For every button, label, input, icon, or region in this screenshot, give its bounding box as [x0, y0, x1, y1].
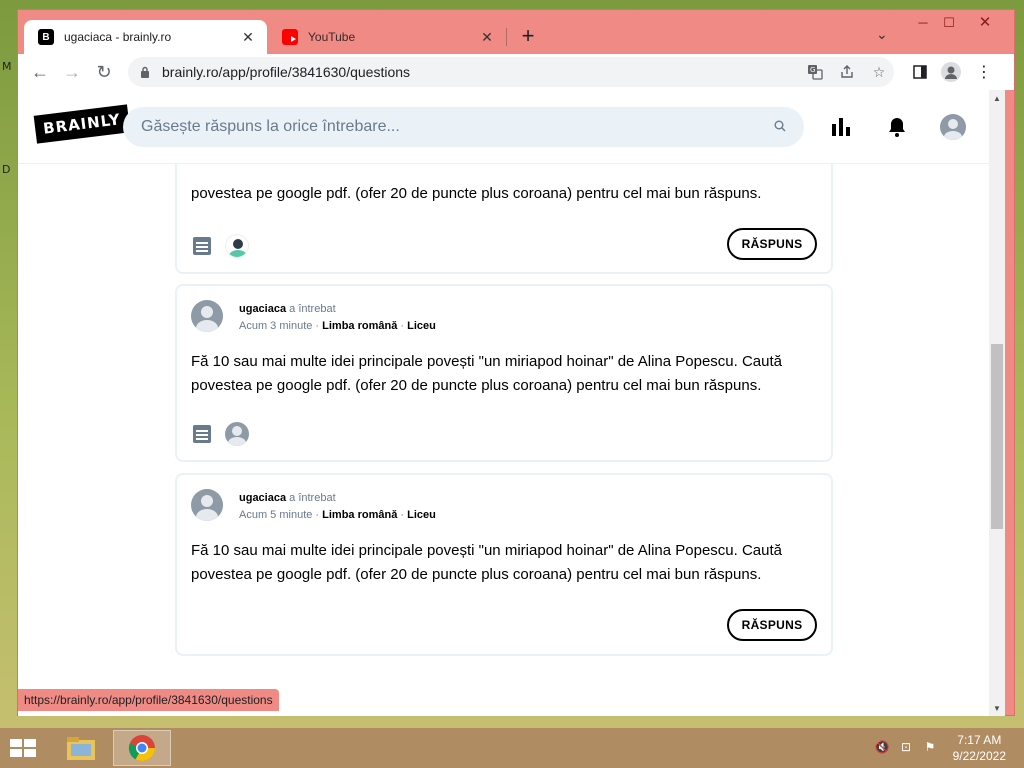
address-bar[interactable]: brainly.ro/app/profile/3841630/questions…: [128, 57, 894, 87]
tab-strip: B ugaciaca - brainly.ro ✕ YouTube ✕ + ⌄ …: [18, 10, 1014, 54]
question-text[interactable]: Fă 10 sau mai multe idei principale pove…: [191, 539, 801, 587]
chrome-taskbar-button[interactable]: [113, 730, 171, 766]
profile-avatar-icon[interactable]: [941, 62, 961, 82]
subject-link[interactable]: Limba română: [322, 509, 397, 521]
side-panel-icon[interactable]: [910, 62, 930, 82]
tab-brainly[interactable]: B ugaciaca - brainly.ro ✕: [24, 20, 267, 54]
question-card: ugaciaca a întrebat Acum 5 minute · Limb…: [175, 473, 833, 656]
vertical-scrollbar[interactable]: ▲ ▼: [989, 90, 1005, 716]
back-button[interactable]: ←: [27, 59, 53, 85]
desktop-icon-label: D: [2, 163, 11, 176]
clock-date: 9/22/2022: [952, 749, 1006, 763]
notifications-bell-icon[interactable]: [886, 116, 908, 138]
bookmark-star-icon[interactable]: ☆: [870, 63, 888, 81]
tab-title: ugaciaca - brainly.ro: [64, 30, 172, 44]
answerer-avatar[interactable]: [225, 234, 249, 258]
folder-icon: [67, 737, 95, 760]
close-tab-icon[interactable]: ✕: [478, 29, 496, 46]
document-icon[interactable]: [193, 237, 211, 255]
user-avatar[interactable]: [940, 114, 966, 140]
link-status-bar: https://brainly.ro/app/profile/3841630/q…: [18, 689, 279, 711]
author-name[interactable]: ugaciaca: [239, 303, 286, 315]
clock-time: 7:17 AM: [957, 733, 1002, 747]
document-icon[interactable]: [193, 425, 211, 443]
menu-kebab-icon[interactable]: ⋮: [974, 62, 994, 82]
question-meta: Acum 5 minute · Limba română · Liceu: [239, 509, 436, 521]
taskbar: 🔇 ⊡ ⚑ 7:17 AM 9/22/2022: [0, 728, 1024, 768]
new-tab-button[interactable]: +: [518, 24, 538, 48]
url-text: brainly.ro/app/profile/3841630/questions: [162, 64, 411, 80]
answer-button[interactable]: RĂSPUNS: [727, 228, 817, 260]
close-window-button[interactable]: ✕: [970, 12, 1000, 34]
tab-search-chevron-icon[interactable]: ⌄: [876, 26, 888, 43]
question-text: povestea pe google pdf. (ofer 20 de punc…: [191, 185, 762, 202]
tab-title: YouTube: [308, 30, 356, 44]
question-author: ugaciaca a întrebat: [239, 492, 336, 504]
chrome-icon: [128, 735, 156, 762]
search-input[interactable]: Găsește răspuns la orice întrebare...: [123, 107, 804, 147]
answer-button[interactable]: RĂSPUNS: [727, 609, 817, 641]
action-center-flag-icon[interactable]: ⚑: [922, 740, 938, 756]
author-name[interactable]: ugaciaca: [239, 492, 286, 504]
windows-start-icon[interactable]: [8, 737, 38, 759]
desktop-icon-label: M: [2, 60, 12, 73]
brainly-header: BRAINLY Găsește răspuns la orice întreba…: [18, 90, 989, 164]
system-clock[interactable]: 7:17 AM 9/22/2022: [953, 732, 1006, 764]
page-viewport: BRAINLY Găsește răspuns la orice întreba…: [18, 90, 989, 716]
youtube-favicon-icon: [282, 29, 298, 45]
volume-muted-icon[interactable]: 🔇: [874, 740, 890, 756]
leaderboard-icon[interactable]: [830, 116, 852, 138]
maximize-button[interactable]: ☐: [934, 12, 964, 34]
answerer-avatar[interactable]: [225, 422, 249, 446]
scroll-up-arrow-icon[interactable]: ▲: [993, 94, 1001, 103]
level-link[interactable]: Liceu: [407, 509, 436, 521]
scroll-down-arrow-icon[interactable]: ▼: [993, 704, 1001, 713]
browser-toolbar: ← → ↻ brainly.ro/app/profile/3841630/que…: [18, 54, 1014, 90]
question-card: ugaciaca a întrebat Acum 3 minute · Limb…: [175, 284, 833, 462]
network-icon[interactable]: ⊡: [898, 740, 914, 756]
close-tab-icon[interactable]: ✕: [239, 29, 257, 46]
translate-icon[interactable]: G: [806, 63, 824, 81]
share-icon[interactable]: [838, 63, 856, 81]
forward-button[interactable]: →: [59, 59, 85, 85]
svg-text:G: G: [810, 66, 815, 74]
search-placeholder: Găsește răspuns la orice întrebare...: [141, 118, 400, 135]
tab-separator: [506, 28, 507, 46]
question-meta: Acum 3 minute · Limba română · Liceu: [239, 320, 436, 332]
level-link[interactable]: Liceu: [407, 320, 436, 332]
question-author: ugaciaca a întrebat: [239, 303, 336, 315]
scrollbar-thumb[interactable]: [991, 344, 1003, 529]
brainly-logo[interactable]: BRAINLY: [33, 104, 131, 144]
search-icon[interactable]: [774, 120, 804, 135]
tab-youtube[interactable]: YouTube ✕: [268, 20, 506, 54]
user-avatar[interactable]: [191, 300, 223, 332]
browser-window: B ugaciaca - brainly.ro ✕ YouTube ✕ + ⌄ …: [17, 9, 1015, 716]
lock-icon: [141, 66, 149, 78]
user-avatar[interactable]: [191, 489, 223, 521]
question-text[interactable]: Fă 10 sau mai multe idei principale pove…: [191, 350, 801, 398]
reload-button[interactable]: ↻: [91, 59, 117, 85]
subject-link[interactable]: Limba română: [322, 320, 397, 332]
brainly-favicon-icon: B: [38, 29, 54, 45]
file-explorer-taskbar-button[interactable]: [52, 730, 110, 766]
